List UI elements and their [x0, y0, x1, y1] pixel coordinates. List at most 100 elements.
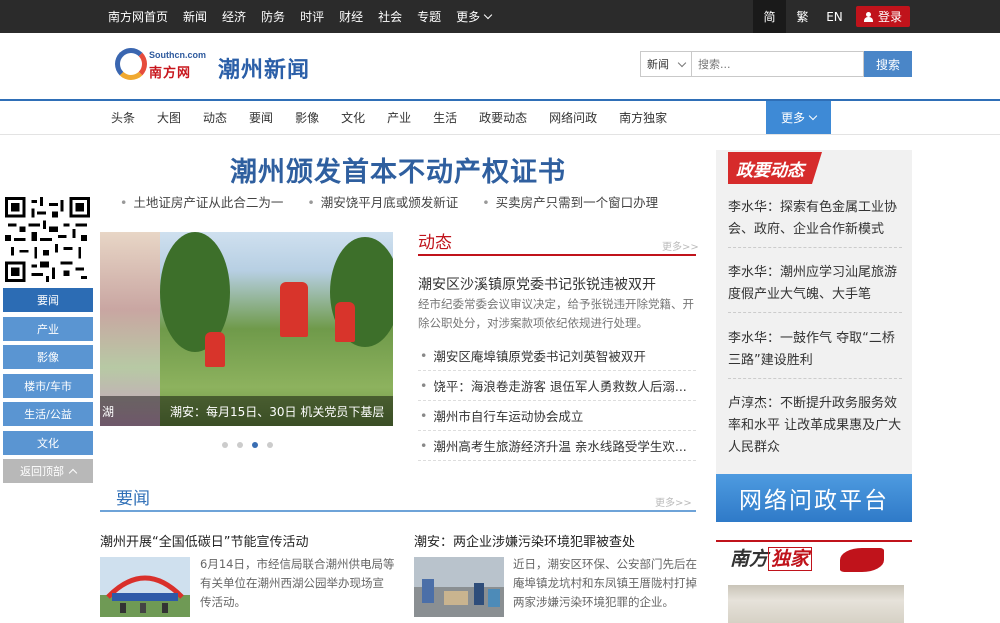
section-divider [100, 510, 696, 512]
updates-lead-summary: 经市纪委常委会议审议决定，给予张锐违开除党籍、开除公职处分，对涉案款项依纪依规进… [418, 297, 694, 330]
headline-sublinks: 土地证房产证从此合二为一 潮安饶平月底或颁发新证 买卖房产只需到一个窗口办理 [120, 192, 682, 211]
slider-dot[interactable] [267, 442, 273, 448]
exclusive-bird-icon [840, 548, 884, 572]
slide-person [280, 282, 308, 337]
top-nav: 南方网首页 新闻 经济 防务 时评 财经 社会 专题 更多 [108, 0, 506, 33]
page-title: 潮州新闻 [218, 58, 311, 83]
search-input[interactable] [692, 51, 864, 77]
nav-item-updates[interactable]: 动态 [192, 109, 238, 126]
qr-code-image [5, 197, 90, 282]
list-item[interactable]: 卢淳杰：不断提升政务服务效率和水平 让改革成果惠及广大人民群众 [728, 393, 904, 459]
top-news-more-link[interactable]: 更多>> [655, 494, 692, 509]
nav-more-label: 更多 [780, 111, 805, 125]
headline-sublink[interactable]: 潮安饶平月底或颁发新证 [307, 192, 459, 211]
headline-sublink[interactable]: 土地证房产证从此合二为一 [120, 192, 283, 211]
divider [728, 247, 902, 248]
nav-item-headlines[interactable]: 头条 [100, 109, 146, 126]
article-title[interactable]: 潮州开展“全国低碳日”节能宣传活动 [100, 531, 308, 550]
divider [728, 378, 902, 379]
updates-more-link[interactable]: 更多>> [662, 238, 699, 253]
article-summary: 近日，潮安区环保、公安部门先后在庵埠镇龙坑村和东凤镇王厝陇村打掉两家涉嫌污染环境… [513, 557, 697, 609]
slide-person [335, 302, 355, 342]
nav-item-officials[interactable]: 政要动态 [468, 109, 538, 126]
side-item-culture[interactable]: 文化 [3, 430, 93, 455]
updates-list: 潮安区庵埠镇原党委书记刘英智被双开 饶平：海浪卷走游客 退伍军人勇救数人后溺..… [418, 341, 696, 461]
article-summary: 6月14日，市经信局联合潮州供电局等有关单位在潮州西湖公园举办现场宣传活动。 [200, 557, 395, 609]
login-button[interactable]: 登录 [856, 6, 910, 27]
slider-dot[interactable] [237, 442, 243, 448]
side-item-property-auto[interactable]: 楼市/车市 [3, 373, 93, 398]
lang-simplified[interactable]: 简 [753, 0, 786, 33]
top-nav-news[interactable]: 新闻 [183, 8, 207, 25]
nav-item-life[interactable]: 生活 [422, 109, 468, 126]
online-inquiry-banner[interactable]: 网络问政平台 [716, 474, 912, 522]
nav-item-industry[interactable]: 产业 [376, 109, 422, 126]
lang-english[interactable]: EN [818, 0, 851, 33]
list-item[interactable]: 李水华：探索有色金属工业协会、政府、企业合作新模式 [728, 197, 904, 241]
top-nav-topics[interactable]: 专题 [417, 8, 441, 25]
top-bar: 南方网首页 新闻 经济 防务 时评 财经 社会 专题 更多 简 繁 EN 登录 [0, 0, 1000, 33]
nav-item-top-news[interactable]: 要闻 [238, 109, 284, 126]
section-divider [418, 254, 696, 256]
back-to-top-button[interactable]: 返回顶部 [3, 459, 93, 483]
search-button[interactable]: 搜索 [864, 51, 912, 77]
exclusive-thumbnail[interactable] [728, 585, 904, 623]
top-nav-more-label: 更多 [456, 10, 481, 24]
section-title-top-news: 要闻 [116, 489, 150, 509]
slide-caption-prev: 湖 [102, 404, 115, 419]
top-nav-commentary[interactable]: 时评 [300, 8, 324, 25]
nav-item-online-inquiry[interactable]: 网络问政 [538, 109, 608, 126]
list-item[interactable]: 李水华：潮州应学习汕尾旅游度假产业大气魄、大手笔 [728, 262, 904, 306]
chevron-up-icon [68, 468, 78, 478]
logo-mark-icon [115, 48, 147, 80]
slider-dots [222, 442, 282, 448]
chevron-down-icon [677, 58, 687, 68]
side-item-video[interactable]: 影像 [3, 345, 93, 369]
section-title-updates: 动态 [418, 233, 452, 253]
article-thumbnail[interactable] [100, 557, 190, 617]
article-title[interactable]: 潮安：两企业涉嫌污染环境犯罪被查处 [414, 531, 635, 550]
headline-sublink[interactable]: 买卖房产只需到一个窗口办理 [482, 192, 659, 211]
side-item-life-charity[interactable]: 生活/公益 [3, 402, 93, 426]
exclusive-logo[interactable]: 南方 独家 [730, 544, 813, 571]
chevron-down-icon [483, 10, 493, 20]
exclusive-logo-prefix: 南方 [730, 548, 769, 570]
list-item[interactable]: 饶平：海浪卷走游客 退伍军人勇救数人后溺... [418, 371, 696, 401]
top-nav-more[interactable]: 更多 [456, 8, 493, 25]
logo-text-cn: 南方网 [149, 66, 192, 81]
nav-item-culture[interactable]: 文化 [330, 109, 376, 126]
nav-item-exclusive[interactable]: 南方独家 [608, 109, 678, 126]
nav-more-button[interactable]: 更多 [766, 101, 831, 134]
list-item[interactable]: 潮州高考生旅游经济升温 亲水线路受学生欢... [418, 431, 696, 461]
exclusive-logo-highlight: 独家 [768, 547, 813, 571]
side-item-top-news[interactable]: 要闻 [3, 288, 93, 312]
search-category-select[interactable]: 新闻 [640, 51, 692, 77]
slider-dot-active[interactable] [252, 442, 258, 448]
list-item[interactable]: 潮州市自行车运动协会成立 [418, 401, 696, 431]
slider-dot[interactable] [222, 442, 228, 448]
top-nav-economy[interactable]: 经济 [222, 8, 246, 25]
search-category-label: 新闻 [647, 58, 669, 71]
top-nav-defense[interactable]: 防务 [261, 8, 285, 25]
top-nav-society[interactable]: 社会 [378, 8, 402, 25]
headline-title[interactable]: 潮州颁发首本不动产权证书 [100, 150, 696, 189]
photo-slider[interactable]: 潮安：每月15日、30日 机关党员下基层 湖 [100, 232, 393, 426]
article-thumbnail[interactable] [414, 557, 504, 617]
side-item-industry[interactable]: 产业 [3, 316, 93, 341]
main-nav: 头条 大图 动态 要闻 影像 文化 产业 生活 政要动态 网络问政 南方独家 [100, 101, 678, 134]
site-logo[interactable]: Southcn.com 南方网 [115, 48, 207, 82]
list-item[interactable]: 潮安区庵埠镇原党委书记刘英智被双开 [418, 341, 696, 371]
nav-item-photos[interactable]: 大图 [146, 109, 192, 126]
nav-item-video[interactable]: 影像 [284, 109, 330, 126]
chevron-down-icon [808, 111, 818, 121]
login-label: 登录 [877, 10, 902, 24]
back-to-top-label: 返回顶部 [20, 465, 64, 478]
officials-section-title: 政要动态 [728, 152, 822, 184]
top-nav-home[interactable]: 南方网首页 [108, 8, 168, 25]
top-nav-finance[interactable]: 财经 [339, 8, 363, 25]
updates-lead-title[interactable]: 潮安区沙溪镇原党委书记张锐违被双开 [418, 274, 656, 294]
logo-text-en: Southcn.com [149, 50, 207, 60]
list-item[interactable]: 李水华：一鼓作气 夺取“二桥三路”建设胜利 [728, 328, 904, 372]
lang-traditional[interactable]: 繁 [786, 0, 819, 33]
divider [728, 312, 902, 313]
